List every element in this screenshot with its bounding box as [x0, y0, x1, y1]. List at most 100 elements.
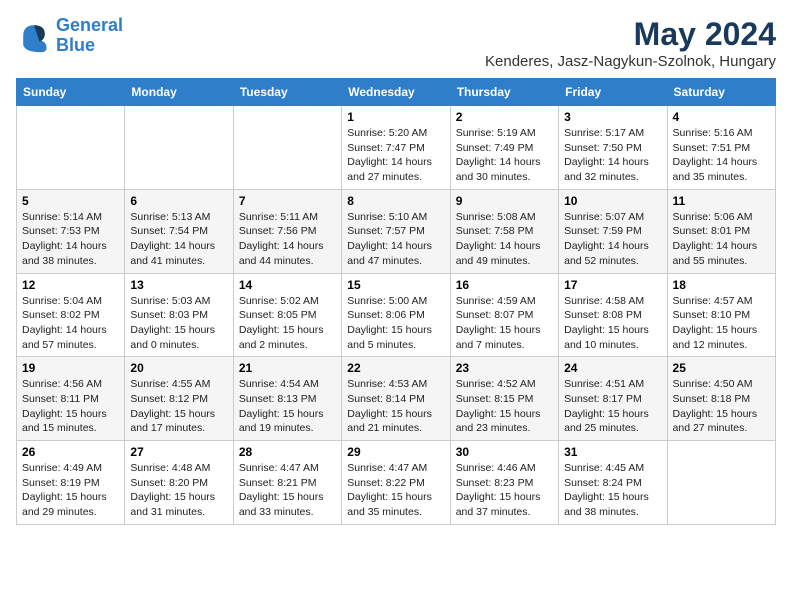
day-info: Sunrise: 5:00 AM Sunset: 8:06 PM Dayligh… [347, 294, 444, 353]
calendar-cell: 13 Sunrise: 5:03 AM Sunset: 8:03 PM Dayli… [125, 273, 233, 357]
calendar-cell: 3 Sunrise: 5:17 AM Sunset: 7:50 PM Daylig… [559, 106, 667, 190]
day-number: 18 [673, 278, 770, 292]
calendar-cell: 31 Sunrise: 4:45 AM Sunset: 8:24 PM Dayli… [559, 441, 667, 525]
day-info: Sunrise: 4:53 AM Sunset: 8:14 PM Dayligh… [347, 377, 444, 436]
month-title: May 2024 [485, 16, 776, 53]
day-info: Sunrise: 4:49 AM Sunset: 8:19 PM Dayligh… [22, 461, 119, 520]
day-info: Sunrise: 5:03 AM Sunset: 8:03 PM Dayligh… [130, 294, 227, 353]
calendar-cell: 11 Sunrise: 5:06 AM Sunset: 8:01 PM Dayli… [667, 189, 775, 273]
day-number: 21 [239, 361, 336, 375]
day-number: 22 [347, 361, 444, 375]
day-info: Sunrise: 5:19 AM Sunset: 7:49 PM Dayligh… [456, 126, 553, 185]
day-number: 27 [130, 445, 227, 459]
calendar-cell: 8Sunrise: 5:10 AM Sunset: 7:57 PM Daylig… [342, 189, 450, 273]
calendar-cell: 27 Sunrise: 4:48 AM Sunset: 8:20 PM Dayli… [125, 441, 233, 525]
day-number: 23 [456, 361, 553, 375]
calendar-cell: 2 Sunrise: 5:19 AM Sunset: 7:49 PM Daylig… [450, 106, 558, 190]
day-number: 24 [564, 361, 661, 375]
day-info: Sunrise: 5:14 AM Sunset: 7:53 PM Dayligh… [22, 210, 119, 269]
day-info: Sunrise: 4:54 AM Sunset: 8:13 PM Dayligh… [239, 377, 336, 436]
day-info: Sunrise: 4:58 AM Sunset: 8:08 PM Dayligh… [564, 294, 661, 353]
day-info: Sunrise: 5:17 AM Sunset: 7:50 PM Dayligh… [564, 126, 661, 185]
calendar-cell: 17Sunrise: 4:58 AM Sunset: 8:08 PM Dayli… [559, 273, 667, 357]
day-info: Sunrise: 4:46 AM Sunset: 8:23 PM Dayligh… [456, 461, 553, 520]
day-number: 6 [130, 194, 227, 208]
calendar-cell: 30 Sunrise: 4:46 AM Sunset: 8:23 PM Dayli… [450, 441, 558, 525]
calendar-cell: 18 Sunrise: 4:57 AM Sunset: 8:10 PM Dayli… [667, 273, 775, 357]
calendar-cell [125, 106, 233, 190]
calendar-cell: 10Sunrise: 5:07 AM Sunset: 7:59 PM Dayli… [559, 189, 667, 273]
calendar-cell: 7 Sunrise: 5:11 AM Sunset: 7:56 PM Daylig… [233, 189, 341, 273]
weekday-header-cell: Monday [125, 79, 233, 106]
calendar-cell [17, 106, 125, 190]
calendar-week-row: 5 Sunrise: 5:14 AM Sunset: 7:53 PM Daylig… [17, 189, 776, 273]
calendar-cell: 19 Sunrise: 4:56 AM Sunset: 8:11 PM Dayli… [17, 357, 125, 441]
day-info: Sunrise: 5:07 AM Sunset: 7:59 PM Dayligh… [564, 210, 661, 269]
day-number: 16 [456, 278, 553, 292]
logo-icon [16, 18, 52, 54]
day-number: 5 [22, 194, 119, 208]
day-number: 29 [347, 445, 444, 459]
day-info: Sunrise: 4:57 AM Sunset: 8:10 PM Dayligh… [673, 294, 770, 353]
day-number: 12 [22, 278, 119, 292]
calendar-cell: 28 Sunrise: 4:47 AM Sunset: 8:21 PM Dayli… [233, 441, 341, 525]
logo-text: General Blue [56, 16, 123, 56]
calendar-week-row: 1 Sunrise: 5:20 AM Sunset: 7:47 PM Daylig… [17, 106, 776, 190]
calendar-cell [233, 106, 341, 190]
weekday-header-cell: Tuesday [233, 79, 341, 106]
day-info: Sunrise: 4:59 AM Sunset: 8:07 PM Dayligh… [456, 294, 553, 353]
day-info: Sunrise: 4:47 AM Sunset: 8:22 PM Dayligh… [347, 461, 444, 520]
day-number: 11 [673, 194, 770, 208]
day-info: Sunrise: 4:47 AM Sunset: 8:21 PM Dayligh… [239, 461, 336, 520]
day-number: 8 [347, 194, 444, 208]
day-number: 2 [456, 110, 553, 124]
day-number: 14 [239, 278, 336, 292]
logo: General Blue [16, 16, 123, 56]
day-info: Sunrise: 5:04 AM Sunset: 8:02 PM Dayligh… [22, 294, 119, 353]
day-number: 3 [564, 110, 661, 124]
day-number: 15 [347, 278, 444, 292]
day-number: 1 [347, 110, 444, 124]
day-info: Sunrise: 5:16 AM Sunset: 7:51 PM Dayligh… [673, 126, 770, 185]
location-title: Kenderes, Jasz-Nagykun-Szolnok, Hungary [485, 53, 776, 70]
day-number: 26 [22, 445, 119, 459]
calendar-week-row: 19 Sunrise: 4:56 AM Sunset: 8:11 PM Dayli… [17, 357, 776, 441]
day-number: 28 [239, 445, 336, 459]
day-info: Sunrise: 4:56 AM Sunset: 8:11 PM Dayligh… [22, 377, 119, 436]
day-info: Sunrise: 4:50 AM Sunset: 8:18 PM Dayligh… [673, 377, 770, 436]
calendar-cell: 24Sunrise: 4:51 AM Sunset: 8:17 PM Dayli… [559, 357, 667, 441]
day-number: 19 [22, 361, 119, 375]
calendar-cell: 14 Sunrise: 5:02 AM Sunset: 8:05 PM Dayli… [233, 273, 341, 357]
calendar-cell: 25Sunrise: 4:50 AM Sunset: 8:18 PM Dayli… [667, 357, 775, 441]
day-number: 31 [564, 445, 661, 459]
day-number: 7 [239, 194, 336, 208]
calendar-cell: 4 Sunrise: 5:16 AM Sunset: 7:51 PM Daylig… [667, 106, 775, 190]
calendar-cell: 15 Sunrise: 5:00 AM Sunset: 8:06 PM Dayli… [342, 273, 450, 357]
day-info: Sunrise: 5:08 AM Sunset: 7:58 PM Dayligh… [456, 210, 553, 269]
day-info: Sunrise: 5:11 AM Sunset: 7:56 PM Dayligh… [239, 210, 336, 269]
day-info: Sunrise: 5:20 AM Sunset: 7:47 PM Dayligh… [347, 126, 444, 185]
day-info: Sunrise: 4:45 AM Sunset: 8:24 PM Dayligh… [564, 461, 661, 520]
day-info: Sunrise: 5:06 AM Sunset: 8:01 PM Dayligh… [673, 210, 770, 269]
day-info: Sunrise: 4:55 AM Sunset: 8:12 PM Dayligh… [130, 377, 227, 436]
calendar-cell: 9 Sunrise: 5:08 AM Sunset: 7:58 PM Daylig… [450, 189, 558, 273]
day-number: 4 [673, 110, 770, 124]
weekday-header-cell: Sunday [17, 79, 125, 106]
day-number: 13 [130, 278, 227, 292]
weekday-header-cell: Thursday [450, 79, 558, 106]
calendar-cell: 26 Sunrise: 4:49 AM Sunset: 8:19 PM Dayli… [17, 441, 125, 525]
day-number: 9 [456, 194, 553, 208]
day-number: 30 [456, 445, 553, 459]
day-info: Sunrise: 5:13 AM Sunset: 7:54 PM Dayligh… [130, 210, 227, 269]
day-info: Sunrise: 5:02 AM Sunset: 8:05 PM Dayligh… [239, 294, 336, 353]
day-info: Sunrise: 4:48 AM Sunset: 8:20 PM Dayligh… [130, 461, 227, 520]
calendar-cell: 12 Sunrise: 5:04 AM Sunset: 8:02 PM Dayli… [17, 273, 125, 357]
calendar-week-row: 26 Sunrise: 4:49 AM Sunset: 8:19 PM Dayli… [17, 441, 776, 525]
calendar-cell: 5 Sunrise: 5:14 AM Sunset: 7:53 PM Daylig… [17, 189, 125, 273]
day-info: Sunrise: 4:52 AM Sunset: 8:15 PM Dayligh… [456, 377, 553, 436]
weekday-header-cell: Saturday [667, 79, 775, 106]
calendar-cell: 20Sunrise: 4:55 AM Sunset: 8:12 PM Dayli… [125, 357, 233, 441]
calendar-week-row: 12 Sunrise: 5:04 AM Sunset: 8:02 PM Dayli… [17, 273, 776, 357]
weekday-header-row: SundayMondayTuesdayWednesdayThursdayFrid… [17, 79, 776, 106]
calendar-cell: 21 Sunrise: 4:54 AM Sunset: 8:13 PM Dayli… [233, 357, 341, 441]
